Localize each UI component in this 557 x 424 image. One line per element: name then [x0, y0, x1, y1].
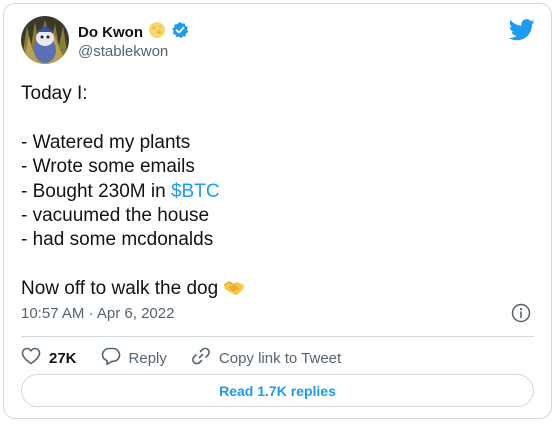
- copy-link-label: Copy link to Tweet: [218, 350, 342, 367]
- tweet-line: - had some mcdonalds: [21, 229, 214, 251]
- info-icon[interactable]: [511, 303, 531, 323]
- verified-badge-icon: [171, 21, 189, 45]
- tweet-line-with-cashtag: - Bought 230M in $BTC: [21, 180, 531, 204]
- action-bar: 27K Reply Copy link to Tweet: [21, 346, 365, 372]
- tweet-line-with-emoji: Now off to walk the dog: [21, 277, 531, 304]
- copy-link-button[interactable]: Copy link to Tweet: [191, 346, 341, 372]
- avatar[interactable]: [21, 16, 69, 64]
- read-replies-button[interactable]: Read 1.7K replies: [21, 374, 534, 407]
- tweet-text: Today I: - Watered my plants - Wrote som…: [21, 82, 531, 305]
- reply-button[interactable]: Reply: [101, 346, 167, 372]
- divider: [21, 336, 534, 337]
- like-count: 27K: [49, 350, 77, 367]
- author-name[interactable]: Do Kwon: [78, 23, 143, 43]
- tweet-timestamp[interactable]: 10:57 AM · Apr 6, 2022: [21, 304, 174, 324]
- reply-label: Reply: [128, 350, 167, 367]
- tweet-line: [21, 253, 531, 277]
- tweet-line-text: - Bought 230M in: [21, 180, 171, 202]
- tweet-line: [21, 106, 531, 130]
- link-icon: [191, 346, 211, 372]
- author-handle[interactable]: @stablekwon: [78, 42, 168, 62]
- tweet-line-text: Now off to walk the dog: [21, 278, 224, 300]
- heart-icon: [21, 346, 41, 372]
- like-button[interactable]: 27K: [21, 346, 77, 372]
- tweet-line: Today I:: [21, 83, 88, 104]
- reply-bubble-icon: [101, 346, 121, 372]
- twitter-bird-icon[interactable]: [508, 19, 535, 41]
- tweet-card: Do Kwon @stablekwon Today I: - Watered m…: [3, 3, 552, 419]
- tweet-line: - Wrote some emails: [21, 156, 195, 178]
- tweet-line: - Watered my plants: [21, 131, 191, 153]
- cashtag-link[interactable]: $BTC: [171, 181, 220, 202]
- tweet-line: - vacuumed the house: [21, 205, 210, 227]
- handshake-emoji-icon: [223, 279, 245, 304]
